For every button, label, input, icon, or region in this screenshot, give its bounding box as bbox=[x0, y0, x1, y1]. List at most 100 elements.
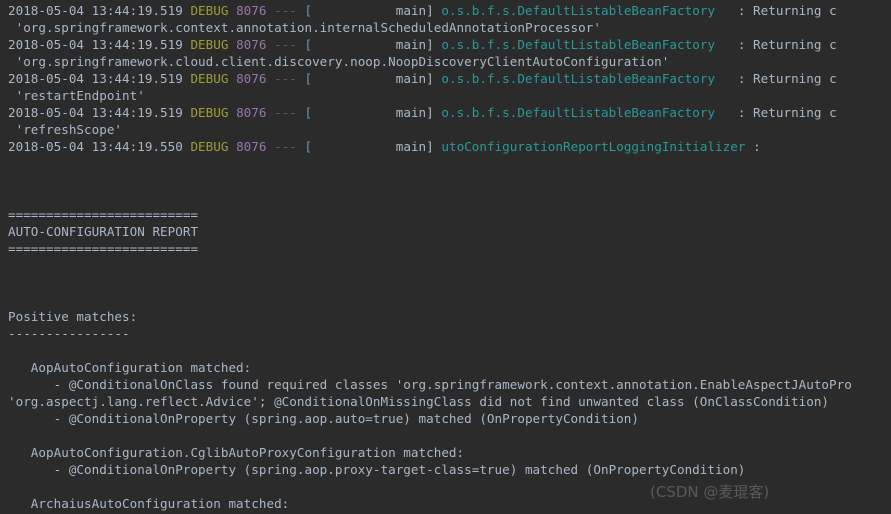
blank-3-text bbox=[8, 190, 16, 205]
report-title: AUTO-CONFIGURATION REPORT bbox=[8, 223, 891, 240]
log-level: DEBUG bbox=[190, 37, 229, 52]
log-space bbox=[228, 139, 236, 154]
log-line-6-text: 'restartEndpoint' bbox=[8, 88, 145, 103]
log-logger: o.s.b.f.s.DefaultListableBeanFactory bbox=[433, 71, 731, 86]
aop-entry-title-text: AopAutoConfiguration matched: bbox=[8, 360, 252, 375]
blank-8-text bbox=[8, 428, 16, 443]
log-thread: main] bbox=[312, 105, 434, 120]
archaius-entry-title: ArchaiusAutoConfiguration matched: bbox=[8, 495, 891, 512]
report-rule-bottom: ========================= bbox=[8, 240, 891, 257]
positive-matches-underline-text: ---------------- bbox=[8, 326, 130, 341]
aop-cond-onclass-cont: 'org.aspectj.lang.reflect.Advice'; @Cond… bbox=[8, 393, 891, 410]
aop-cond-onclass: - @ConditionalOnClass found required cla… bbox=[8, 376, 891, 393]
log-pid: 8076 bbox=[236, 37, 267, 52]
log-logger: o.s.b.f.s.DefaultListableBeanFactory bbox=[433, 37, 731, 52]
log-line-5: 2018-05-04 13:44:19.519 DEBUG 8076 --- [… bbox=[8, 70, 891, 87]
blank-5 bbox=[8, 274, 891, 291]
log-line-4: 'org.springframework.cloud.client.discov… bbox=[8, 53, 891, 70]
log-line-3: 2018-05-04 13:44:19.519 DEBUG 8076 --- [… bbox=[8, 36, 891, 53]
log-thread: main] bbox=[312, 139, 434, 154]
log-line-9: 2018-05-04 13:44:19.550 DEBUG 8076 --- [… bbox=[8, 138, 891, 155]
log-logger: utoConfigurationReportLoggingInitializer bbox=[433, 139, 754, 154]
log-separator: --- bbox=[266, 3, 305, 18]
report-rule-bottom-text: ========================= bbox=[8, 241, 199, 256]
log-timestamp: 2018-05-04 13:44:19.519 bbox=[8, 105, 191, 120]
blank-8 bbox=[8, 427, 891, 444]
positive-matches-heading: Positive matches: bbox=[8, 308, 891, 325]
log-message: : Returning c bbox=[730, 71, 837, 86]
log-space bbox=[228, 37, 236, 52]
log-thread: main] bbox=[312, 71, 434, 86]
positive-matches-heading-text: Positive matches: bbox=[8, 309, 138, 324]
archaius-entry-title-text: ArchaiusAutoConfiguration matched: bbox=[8, 496, 290, 511]
log-line-2: 'org.springframework.context.annotation.… bbox=[8, 19, 891, 36]
log-separator: --- bbox=[266, 105, 305, 120]
cglib-entry-title: AopAutoConfiguration.CglibAutoProxyConfi… bbox=[8, 444, 891, 461]
log-line-6: 'restartEndpoint' bbox=[8, 87, 891, 104]
aop-cond-onproperty-text: - @ConditionalOnProperty (spring.aop.aut… bbox=[8, 411, 639, 426]
log-bracket: [ bbox=[304, 105, 313, 120]
blank-7 bbox=[8, 342, 891, 359]
blank-5-text bbox=[8, 275, 16, 290]
log-timestamp: 2018-05-04 13:44:19.519 bbox=[8, 71, 191, 86]
cglib-cond-onproperty-text: - @ConditionalOnProperty (spring.aop.pro… bbox=[8, 462, 746, 477]
log-bracket: [ bbox=[304, 71, 313, 86]
console-log-output[interactable]: 2018-05-04 13:44:19.519 DEBUG 8076 --- [… bbox=[0, 0, 891, 514]
log-pid: 8076 bbox=[236, 71, 267, 86]
log-separator: --- bbox=[266, 139, 305, 154]
log-message: : Returning c bbox=[730, 3, 837, 18]
report-rule-top-text: ========================= bbox=[8, 207, 199, 222]
log-separator: --- bbox=[266, 71, 305, 86]
blank-6-text bbox=[8, 292, 16, 307]
log-timestamp: 2018-05-04 13:44:19.550 bbox=[8, 139, 191, 154]
log-thread: main] bbox=[312, 3, 434, 18]
log-line-7: 2018-05-04 13:44:19.519 DEBUG 8076 --- [… bbox=[8, 104, 891, 121]
log-pid: 8076 bbox=[236, 139, 267, 154]
blank-9-text bbox=[8, 479, 16, 494]
aop-cond-onclass-text: - @ConditionalOnClass found required cla… bbox=[8, 377, 852, 392]
log-space bbox=[228, 105, 236, 120]
blank-4-text bbox=[8, 258, 16, 273]
positive-matches-underline: ---------------- bbox=[8, 325, 891, 342]
blank-1-text bbox=[8, 156, 16, 171]
blank-4 bbox=[8, 257, 891, 274]
blank-6 bbox=[8, 291, 891, 308]
log-line-1: 2018-05-04 13:44:19.519 DEBUG 8076 --- [… bbox=[8, 2, 891, 19]
log-message: : Returning c bbox=[730, 105, 837, 120]
log-bracket: [ bbox=[304, 3, 313, 18]
aop-cond-onproperty: - @ConditionalOnProperty (spring.aop.aut… bbox=[8, 410, 891, 427]
log-line-2-text: 'org.springframework.context.annotation.… bbox=[8, 20, 601, 35]
log-timestamp: 2018-05-04 13:44:19.519 bbox=[8, 37, 191, 52]
blank-9 bbox=[8, 478, 891, 495]
cglib-cond-onproperty: - @ConditionalOnProperty (spring.aop.pro… bbox=[8, 461, 891, 478]
cglib-entry-title-text: AopAutoConfiguration.CglibAutoProxyConfi… bbox=[8, 445, 465, 460]
log-timestamp: 2018-05-04 13:44:19.519 bbox=[8, 3, 191, 18]
blank-1 bbox=[8, 155, 891, 172]
log-level: DEBUG bbox=[190, 71, 229, 86]
log-bracket: [ bbox=[304, 139, 313, 154]
blank-7-text bbox=[8, 343, 16, 358]
log-message: : bbox=[753, 139, 761, 154]
log-pid: 8076 bbox=[236, 105, 267, 120]
log-logger: o.s.b.f.s.DefaultListableBeanFactory bbox=[433, 105, 731, 120]
log-level: DEBUG bbox=[190, 3, 229, 18]
blank-2 bbox=[8, 172, 891, 189]
log-line-8-text: 'refreshScope' bbox=[8, 122, 123, 137]
log-thread: main] bbox=[312, 37, 434, 52]
log-line-8: 'refreshScope' bbox=[8, 121, 891, 138]
report-title-text: AUTO-CONFIGURATION REPORT bbox=[8, 224, 199, 239]
aop-cond-onclass-cont-text: 'org.aspectj.lang.reflect.Advice'; @Cond… bbox=[8, 394, 830, 409]
log-logger: o.s.b.f.s.DefaultListableBeanFactory bbox=[433, 3, 731, 18]
log-bracket: [ bbox=[304, 37, 313, 52]
log-separator: --- bbox=[266, 37, 305, 52]
log-space bbox=[228, 3, 236, 18]
blank-3 bbox=[8, 189, 891, 206]
log-line-4-text: 'org.springframework.cloud.client.discov… bbox=[8, 54, 670, 69]
log-level: DEBUG bbox=[190, 105, 229, 120]
log-message: : Returning c bbox=[730, 37, 837, 52]
log-level: DEBUG bbox=[190, 139, 229, 154]
blank-2-text bbox=[8, 173, 16, 188]
log-pid: 8076 bbox=[236, 3, 267, 18]
aop-entry-title: AopAutoConfiguration matched: bbox=[8, 359, 891, 376]
report-rule-top: ========================= bbox=[8, 206, 891, 223]
